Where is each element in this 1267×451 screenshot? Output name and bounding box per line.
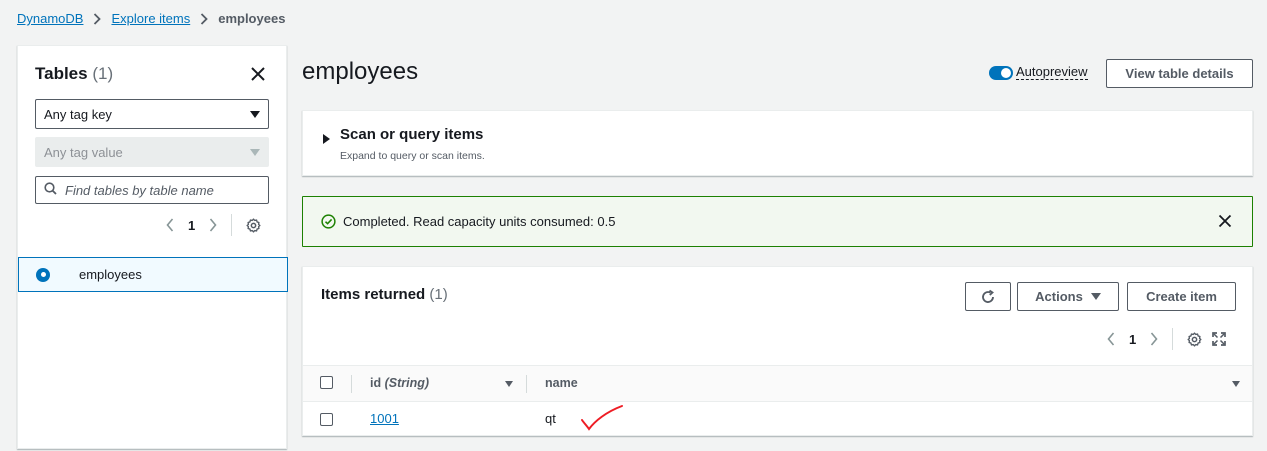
chevron-left-icon[interactable]: [166, 218, 174, 232]
table-search-input[interactable]: [65, 182, 255, 198]
refresh-icon: [980, 289, 996, 305]
caret-down-icon: [250, 110, 260, 118]
chevron-right-icon[interactable]: [209, 218, 217, 232]
autopreview-label: Autopreview: [1016, 64, 1088, 80]
item-id-link[interactable]: 1001: [370, 411, 399, 426]
radio-selected-icon[interactable]: [36, 267, 50, 282]
column-header-name[interactable]: name: [545, 376, 578, 390]
items-returned-header: Items returned (1): [321, 286, 448, 303]
item-name-cell: qt: [545, 411, 556, 426]
column-header-id-label: id: [370, 376, 382, 390]
gear-icon[interactable]: [1187, 331, 1202, 347]
scan-query-title: Scan or query items: [340, 126, 484, 143]
close-icon[interactable]: [250, 66, 266, 82]
tables-page-number[interactable]: 1: [188, 218, 195, 233]
tables-panel-title: Tables (1): [35, 64, 113, 84]
fullscreen-icon[interactable]: [1212, 332, 1227, 346]
items-page-number[interactable]: 1: [1129, 332, 1136, 347]
refresh-button[interactable]: [965, 282, 1011, 311]
table-list-item-name: employees: [79, 267, 142, 282]
alert-text: Completed. Read capacity units consumed:…: [343, 214, 616, 229]
items-returned-count: (1): [429, 286, 448, 303]
sort-caret-down-icon[interactable]: [505, 381, 513, 387]
column-header-id-type: (String): [384, 376, 430, 390]
actions-label: Actions: [1035, 289, 1083, 304]
tag-value-select-value: Any tag value: [44, 144, 123, 160]
breadcrumb-explore-items[interactable]: Explore items: [111, 11, 190, 26]
tables-panel: Tables (1) Any tag key Any tag value 1: [17, 45, 288, 449]
column-divider: [526, 375, 527, 393]
items-returned-panel: Items returned (1) Actions Create item 1: [302, 266, 1253, 436]
red-checkmark-annotation: [579, 404, 625, 437]
table-list-item[interactable]: employees: [18, 257, 288, 292]
chevron-right-icon[interactable]: [1150, 332, 1158, 346]
tag-value-select: Any tag value: [35, 137, 269, 167]
check-circle-icon: [321, 214, 336, 229]
items-returned-title: Items returned: [321, 286, 426, 303]
caret-right-icon: [323, 134, 330, 144]
items-table-header: id (String) name: [303, 365, 1252, 401]
select-all-checkbox[interactable]: [320, 376, 333, 389]
breadcrumb-current: employees: [218, 11, 286, 26]
close-icon[interactable]: [1218, 214, 1232, 228]
chevron-right-icon: [93, 12, 102, 25]
success-alert: Completed. Read capacity units consumed:…: [302, 196, 1253, 247]
tables-pagination: 1: [166, 214, 261, 236]
create-item-button[interactable]: Create item: [1127, 282, 1236, 311]
pager-divider: [231, 214, 233, 236]
tables-title-label: Tables: [35, 64, 88, 83]
tag-key-select-value: Any tag key: [44, 106, 112, 122]
sort-caret-down-icon[interactable]: [1232, 381, 1240, 387]
autopreview-toggle[interactable]: Autopreview: [989, 65, 1088, 80]
search-icon: [44, 182, 57, 198]
row-checkbox[interactable]: [320, 413, 333, 426]
page-title: employees: [302, 58, 419, 85]
breadcrumb-dynamodb[interactable]: DynamoDB: [17, 11, 83, 26]
actions-button[interactable]: Actions: [1017, 282, 1119, 311]
table-search-field[interactable]: [35, 176, 269, 204]
tag-key-select[interactable]: Any tag key: [35, 99, 269, 129]
toggle-switch[interactable]: [989, 65, 1013, 80]
items-pagination: 1: [1107, 328, 1227, 350]
caret-down-icon: [1090, 293, 1101, 300]
gear-icon[interactable]: [246, 217, 261, 233]
tables-count: (1): [92, 64, 114, 83]
pager-divider: [1172, 328, 1174, 350]
scan-query-panel[interactable]: Scan or query items Expand to query or s…: [302, 110, 1253, 176]
caret-down-icon: [250, 148, 260, 156]
column-header-id[interactable]: id (String): [370, 376, 429, 390]
column-divider: [351, 375, 352, 393]
breadcrumb: DynamoDB Explore items employees: [17, 11, 285, 26]
table-row: 1001 qt: [303, 401, 1252, 435]
chevron-left-icon[interactable]: [1107, 332, 1115, 346]
scan-query-subtitle: Expand to query or scan items.: [340, 150, 485, 162]
view-table-details-button[interactable]: View table details: [1106, 59, 1253, 88]
chevron-right-icon: [200, 12, 208, 25]
